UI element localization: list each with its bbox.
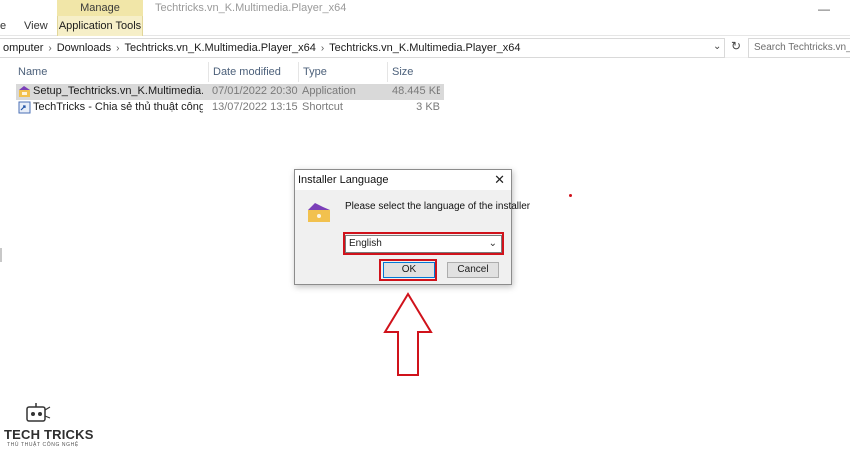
breadcrumb[interactable]: omputer › Downloads › Techtricks.vn_K.Mu… [0, 38, 725, 58]
breadcrumb-item-folder[interactable]: Techtricks.vn_K.Multimedia.Player_x64 [121, 42, 318, 54]
logo-subtitle: THỦ THUẬT CÔNG NGHỆ [7, 442, 79, 448]
column-divider[interactable] [208, 62, 209, 82]
breadcrumb-item-computer[interactable]: omputer [0, 42, 46, 54]
column-header-date[interactable]: Date modified [213, 66, 281, 78]
minimize-icon[interactable]: — [818, 2, 830, 16]
up-arrow-annotation [383, 292, 433, 376]
highlight-box-ok [379, 259, 437, 281]
file-type: Application [302, 85, 356, 97]
ribbon-tab-view[interactable]: View [24, 16, 48, 36]
chevron-right-icon[interactable]: › [319, 43, 326, 54]
logo-title: TECH TRICKS [4, 427, 94, 442]
column-divider[interactable] [387, 62, 388, 82]
dialog-titlebar[interactable]: Installer Language ✕ [295, 170, 511, 190]
dialog-title: Installer Language [298, 174, 389, 186]
robot-logo-icon [26, 403, 51, 422]
ribbon: e View Manage Application Tools Techtric… [0, 0, 850, 36]
highlight-box-select [343, 232, 504, 255]
chevron-right-icon[interactable]: › [46, 43, 53, 54]
shortcut-icon [18, 101, 31, 114]
file-date: 13/07/2022 13:15 [212, 101, 298, 113]
address-dropdown-icon[interactable]: ⌄ [713, 41, 721, 52]
cancel-button[interactable]: Cancel [447, 262, 499, 278]
window-title: Techtricks.vn_K.Multimedia.Player_x64 [155, 2, 347, 14]
application-tools-tab[interactable]: Application Tools [57, 16, 143, 36]
file-row-shortcut[interactable]: TechTricks - Chia sẻ thủ thuật công nghệ… [16, 100, 444, 116]
scroll-marker [0, 248, 2, 262]
address-bar: omputer › Downloads › Techtricks.vn_K.Mu… [0, 38, 850, 58]
file-type: Shortcut [302, 101, 343, 113]
column-header-type[interactable]: Type [303, 66, 327, 78]
search-input[interactable]: Search Techtricks.vn_K.Multim... [748, 38, 850, 58]
file-name: TechTricks - Chia sẻ thủ thuật công nghệ… [33, 101, 203, 113]
red-dot [569, 194, 572, 197]
column-header-name[interactable]: Name [18, 66, 47, 78]
installer-icon [308, 203, 330, 222]
installer-language-dialog: Installer Language ✕ Please select the l… [294, 169, 530, 285]
installer-icon [19, 86, 30, 97]
file-date: 07/01/2022 20:30 [212, 85, 298, 97]
breadcrumb-item-subfolder[interactable]: Techtricks.vn_K.Multimedia.Player_x64 [326, 42, 523, 54]
file-size: 3 KB [416, 101, 440, 113]
close-icon[interactable]: ✕ [494, 172, 505, 188]
file-row-setup[interactable]: Setup_Techtricks.vn_K.Multimedia.Player.… [16, 84, 444, 100]
manage-tab[interactable]: Manage [57, 0, 143, 16]
column-divider[interactable] [298, 62, 299, 82]
breadcrumb-item-downloads[interactable]: Downloads [54, 42, 114, 54]
file-name: Setup_Techtricks.vn_K.Multimedia.Player.… [33, 85, 203, 97]
techtricks-logo: TECH TRICKS THỦ THUẬT CÔNG NGHỆ [4, 402, 93, 450]
refresh-icon[interactable]: ↻ [728, 39, 744, 57]
column-header-size[interactable]: Size [392, 66, 413, 78]
ribbon-tab-home[interactable]: e [0, 16, 6, 36]
chevron-right-icon[interactable]: › [114, 43, 121, 54]
file-size: 48.445 KB [392, 85, 440, 97]
dialog-message: Please select the language of the instal… [345, 201, 531, 212]
